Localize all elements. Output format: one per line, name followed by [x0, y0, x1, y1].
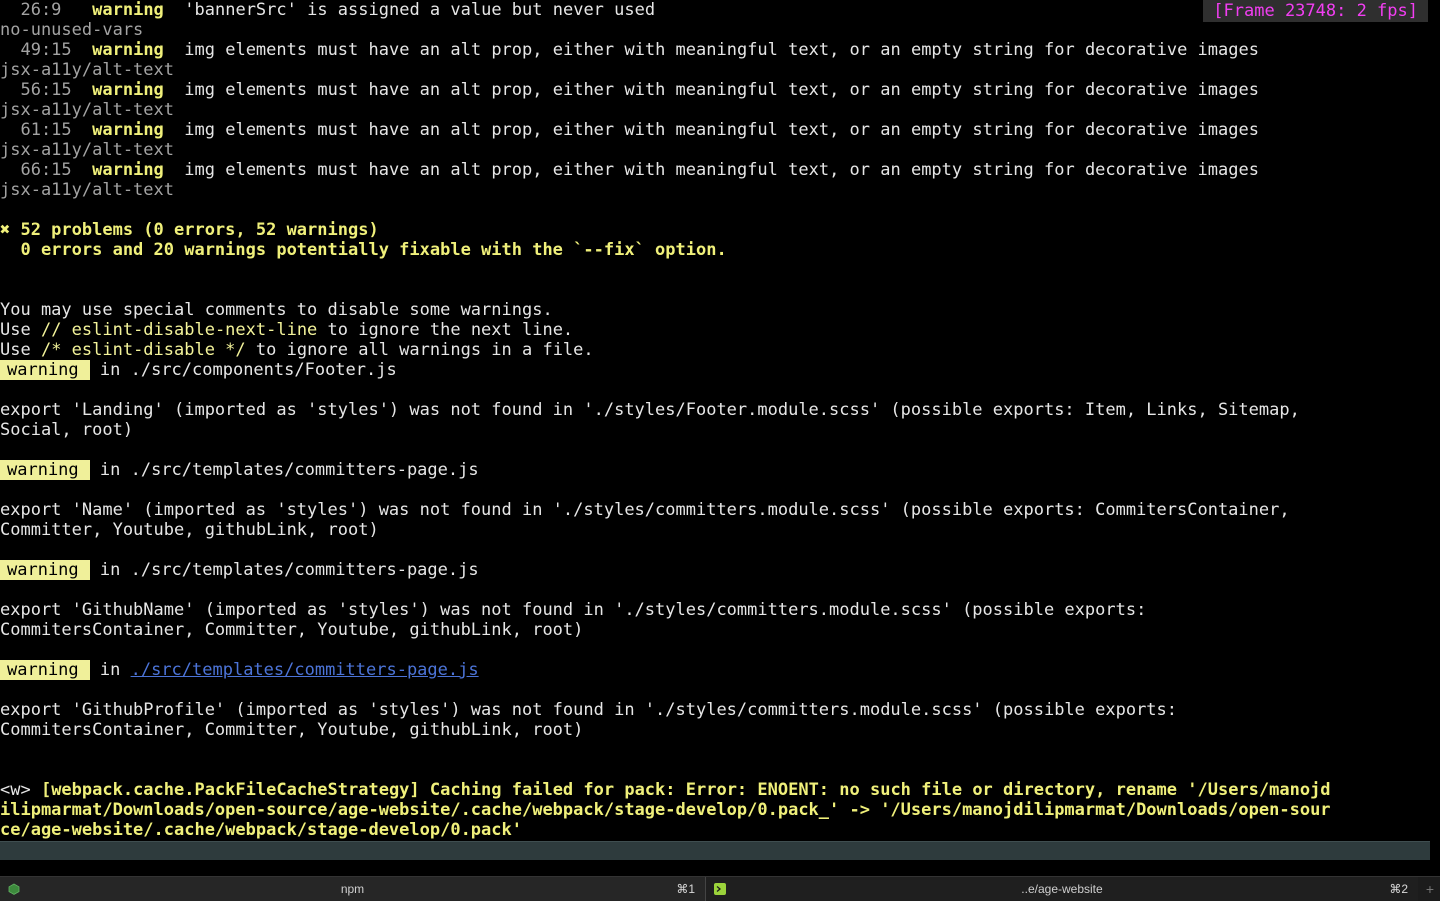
warning-badge: warning	[0, 660, 90, 680]
frame-indicator: [Frame 23748: 2 fps]	[1203, 0, 1428, 22]
lint-rule: jsx-a11y/alt-text	[0, 100, 174, 120]
warning-badge: warning	[0, 460, 90, 480]
warning-file: ./src/templates/committers-page.js	[130, 560, 479, 580]
warning-message: CommitersContainer, Committer, Youtube, …	[0, 620, 584, 640]
lint-rule: no-unused-vars	[0, 20, 144, 40]
warning-message: CommitersContainer, Committer, Youtube, …	[0, 720, 584, 740]
warning-message: export 'GithubProfile' (imported as 'sty…	[0, 700, 1178, 720]
lint-rule: jsx-a11y/alt-text	[0, 60, 174, 80]
cache-error-line: ilipmarmat/Downloads/open-source/age-web…	[0, 800, 1331, 820]
warning-message: export 'GithubName' (imported as 'styles…	[0, 600, 1147, 620]
warning-message: Committer, Youtube, githubLink, root)	[0, 520, 379, 540]
tab-shortcut: ⌘2	[1389, 882, 1408, 896]
warning-file-link[interactable]: ./src/templates/committers-page.js	[131, 660, 479, 680]
command-input-bar[interactable]	[0, 841, 1430, 860]
warning-message: export 'Landing' (imported as 'styles') …	[0, 400, 1300, 420]
warning-message: Social, root)	[0, 420, 134, 440]
lint-line: 49:15 warning img elements must have an …	[0, 40, 1259, 60]
warning-badge: warning	[0, 360, 90, 380]
tab-age-website[interactable]: ..e/age-website ⌘2	[706, 877, 1418, 901]
tab-title: npm	[340, 882, 365, 896]
terminal-output: 26:9 warning 'bannerSrc' is assigned a v…	[0, 0, 1440, 860]
hint-file: Use /* eslint-disable */ to ignore all w…	[0, 340, 594, 360]
new-tab-icon[interactable]: +	[1426, 877, 1434, 901]
fixable-summary: 0 errors and 20 warnings potentially fix…	[0, 240, 727, 260]
cache-error-line: <w> [webpack.cache.PackFileCacheStrategy…	[0, 780, 1331, 800]
problems-summary: ✖ 52 problems (0 errors, 52 warnings)	[0, 220, 379, 240]
lint-rule: jsx-a11y/alt-text	[0, 140, 174, 160]
tab-npm[interactable]: npm ⌘1	[0, 877, 705, 901]
tab-bar: npm ⌘1 ..e/age-website ⌘2 +	[0, 876, 1440, 901]
lint-line: 61:15 warning img elements must have an …	[0, 120, 1259, 140]
lint-line: 56:15 warning img elements must have an …	[0, 80, 1259, 100]
warning-header: warning in ./src/templates/committers-pa…	[0, 660, 1440, 680]
lint-rule: jsx-a11y/alt-text	[0, 180, 174, 200]
warning-header: warning in ./src/templates/committers-pa…	[0, 560, 1440, 580]
warning-header: warning in ./src/templates/committers-pa…	[0, 460, 1440, 480]
lint-line: 66:15 warning img elements must have an …	[0, 160, 1259, 180]
warning-header: warning in ./src/components/Footer.js	[0, 360, 1440, 380]
hint-next-line: Use // eslint-disable-next-line to ignor…	[0, 320, 574, 340]
tab-shortcut: ⌘1	[676, 882, 695, 896]
warning-file: ./src/components/Footer.js	[130, 360, 397, 380]
cache-error-line: ce/age-website/.cache/webpack/stage-deve…	[0, 820, 522, 840]
warning-badge: warning	[0, 560, 90, 580]
tab-title: ..e/age-website	[1021, 882, 1103, 896]
warning-file: ./src/templates/committers-page.js	[130, 460, 479, 480]
warning-message: export 'Name' (imported as 'styles') was…	[0, 500, 1290, 520]
hint-line: You may use special comments to disable …	[0, 300, 553, 320]
